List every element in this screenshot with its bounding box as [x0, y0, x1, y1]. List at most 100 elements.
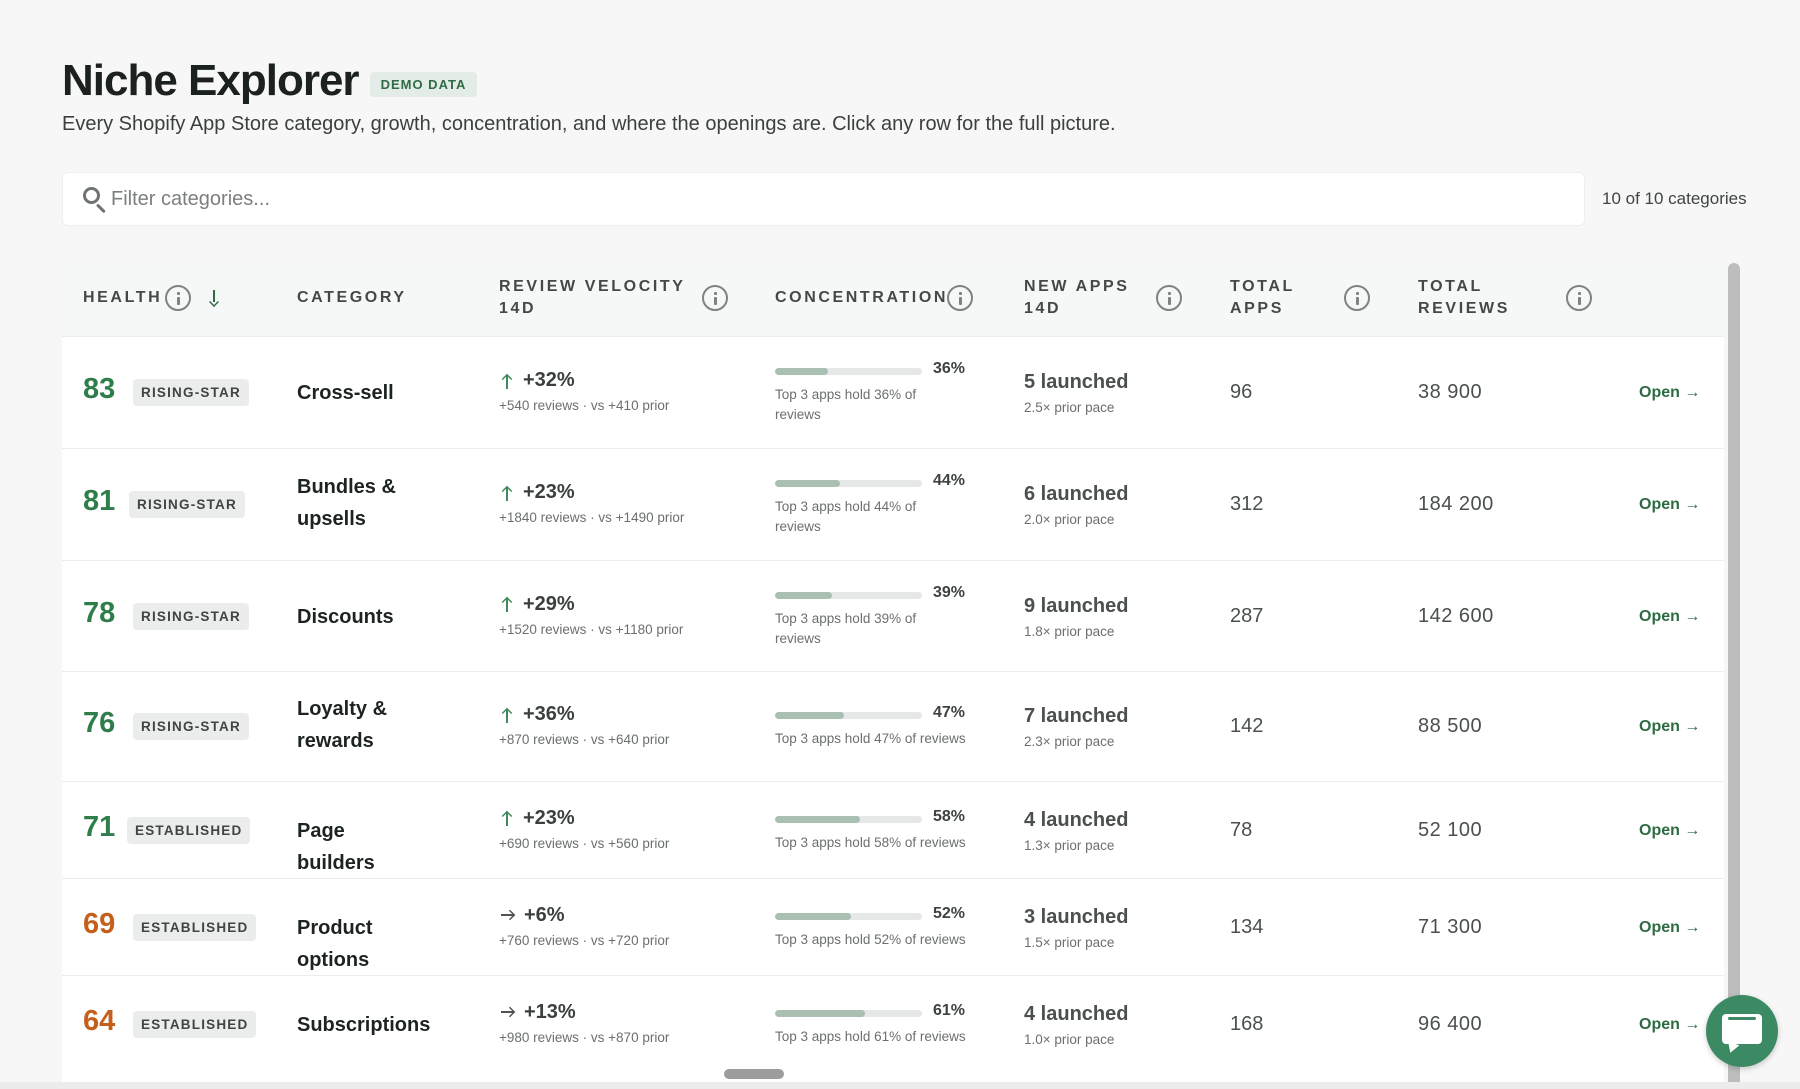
concentration-percent: 58%: [933, 807, 966, 825]
velocity-detail: +1840 reviews · vs +1490 prior: [499, 510, 685, 525]
open-link[interactable]: Open →: [1639, 384, 1700, 402]
velocity-value-wrap: +13%: [499, 1001, 576, 1024]
total-reviews: 71 300: [1418, 915, 1483, 938]
table-row[interactable]: 81 RISING-STAR Bundles & upsells +23% +1…: [62, 448, 1724, 560]
info-icon[interactable]: [1156, 285, 1182, 311]
horizontal-scrollbar[interactable]: [724, 1069, 784, 1079]
concentration-fill: [775, 912, 852, 920]
total-apps: 142: [1230, 715, 1264, 737]
category-name: Page builders: [297, 819, 375, 874]
new-apps-pace: 1.3× prior pace: [1024, 837, 1115, 853]
concentration-percent: 52%: [933, 904, 966, 922]
new-apps-pace: 2.3× prior pace: [1024, 734, 1115, 749]
table-row[interactable]: 76 RISING-STAR Loyalty & rewards +36% +8…: [62, 671, 1724, 781]
new-apps-pace: 1.0× prior pace: [1024, 1031, 1115, 1047]
col-header-category[interactable]: CATEGORY: [297, 287, 407, 309]
table-row[interactable]: 69 ESTABLISHED Product options +6% +760 …: [62, 878, 1724, 975]
table-row[interactable]: 71 ESTABLISHED Page builders +23% +690 r…: [62, 781, 1724, 878]
velocity-value-wrap: +23%: [499, 481, 575, 504]
open-link[interactable]: Open →: [1639, 1016, 1700, 1034]
table-row[interactable]: 64 ESTABLISHED Subscriptions +13% +980 r…: [62, 975, 1724, 1072]
health-score: 69: [83, 907, 116, 940]
open-link[interactable]: Open →: [1639, 608, 1700, 626]
arrow-up-icon: [499, 706, 515, 724]
health-score: 76: [83, 707, 116, 739]
open-link[interactable]: Open →: [1639, 496, 1700, 514]
arrow-right-icon: [499, 1004, 517, 1020]
concentration-detail: Top 3 apps hold 36% of reviews: [775, 387, 917, 422]
concentration-fill: [775, 480, 840, 487]
total-apps: 287: [1230, 604, 1264, 627]
category-name: Bundles & upsells: [297, 476, 396, 530]
category-name: Product options: [297, 916, 373, 971]
new-apps-count: 9 launched: [1024, 594, 1129, 617]
table-row[interactable]: 83 RISING-STAR Cross-sell +32% +540 revi…: [62, 336, 1724, 448]
concentration-detail: Top 3 apps hold 39% of reviews: [775, 610, 917, 646]
concentration-fill: [775, 712, 845, 719]
sort-down-arrow-icon[interactable]: [207, 289, 221, 307]
category-name: Loyalty & rewards: [297, 698, 388, 752]
col-header-total-apps[interactable]: TOTAL APPS: [1230, 276, 1320, 320]
velocity-value: +23%: [523, 806, 575, 829]
velocity-value: +32%: [523, 369, 575, 391]
search-box[interactable]: [62, 172, 1585, 226]
health-score: 83: [83, 373, 116, 405]
demo-data-badge: DEMO DATA: [369, 71, 478, 97]
title-row: Niche Explorer DEMO DATA: [62, 56, 478, 106]
arrow-up-icon: [499, 809, 515, 827]
horizontal-scroll-track: [0, 1082, 1800, 1089]
col-header-health[interactable]: HEALTH: [83, 287, 162, 309]
open-link[interactable]: Open →: [1639, 718, 1700, 736]
arrow-up-icon: [499, 484, 515, 502]
total-reviews: 184 200: [1418, 493, 1494, 515]
concentration-bar: [775, 815, 922, 823]
velocity-detail: +690 reviews · vs +560 prior: [499, 835, 670, 851]
concentration-percent: 44%: [933, 472, 966, 489]
concentration-detail: Top 3 apps hold 58% of reviews: [775, 834, 966, 850]
new-apps-count: 4 launched: [1024, 1002, 1129, 1025]
col-header-concentration[interactable]: CONCENTRATION: [775, 287, 948, 309]
concentration-detail: Top 3 apps hold 44% of reviews: [775, 499, 917, 534]
info-icon[interactable]: [947, 285, 973, 311]
open-link[interactable]: Open →: [1639, 822, 1700, 840]
col-header-new-apps[interactable]: NEW APPS 14D: [1024, 276, 1144, 320]
total-reviews: 38 900: [1418, 381, 1483, 403]
search-input[interactable]: [111, 187, 1511, 211]
concentration-detail: Top 3 apps hold 47% of reviews: [775, 731, 966, 746]
chat-button[interactable]: [1706, 995, 1778, 1067]
concentration-bar: [775, 591, 922, 599]
open-link[interactable]: Open →: [1639, 919, 1700, 937]
concentration-fill: [775, 815, 861, 823]
categories-table: HEALTH CATEGORY REVIEW VELOCITY 14D CONC…: [62, 260, 1724, 1089]
category-name: Discounts: [297, 605, 394, 628]
info-icon[interactable]: [165, 285, 191, 311]
total-reviews: 88 500: [1418, 715, 1483, 737]
new-apps-pace: 1.5× prior pace: [1024, 934, 1115, 950]
health-score: 71: [83, 810, 116, 843]
health-score: 81: [83, 485, 116, 517]
concentration-fill: [775, 1009, 865, 1017]
health-score: 64: [83, 1004, 116, 1037]
velocity-detail: +980 reviews · vs +870 prior: [499, 1029, 670, 1045]
concentration-bar: [775, 712, 922, 719]
table-row[interactable]: 78 RISING-STAR Discounts +29% +1520 revi…: [62, 560, 1724, 671]
col-header-total-reviews[interactable]: TOTAL REVIEWS: [1418, 276, 1528, 320]
arrow-up-icon: [499, 372, 515, 390]
velocity-value-wrap: +36%: [499, 703, 575, 726]
info-icon[interactable]: [1566, 285, 1592, 311]
velocity-value: +6%: [524, 903, 565, 926]
new-apps-count: 7 launched: [1024, 705, 1129, 727]
new-apps-count: 6 launched: [1024, 483, 1129, 505]
tier-badge: RISING-STAR: [133, 379, 249, 406]
vertical-scrollbar[interactable]: [1728, 263, 1740, 1089]
concentration-detail: Top 3 apps hold 52% of reviews: [775, 931, 966, 947]
info-icon[interactable]: [702, 285, 728, 311]
chat-icon: [1722, 1014, 1762, 1044]
col-header-review-velocity[interactable]: REVIEW VELOCITY 14D: [499, 276, 699, 320]
velocity-detail: +760 reviews · vs +720 prior: [499, 932, 670, 948]
concentration-percent: 47%: [933, 704, 966, 721]
info-icon[interactable]: [1344, 285, 1370, 311]
concentration-bar: [775, 1009, 922, 1017]
arrow-up-icon: [499, 595, 515, 613]
total-reviews: 142 600: [1418, 604, 1494, 627]
